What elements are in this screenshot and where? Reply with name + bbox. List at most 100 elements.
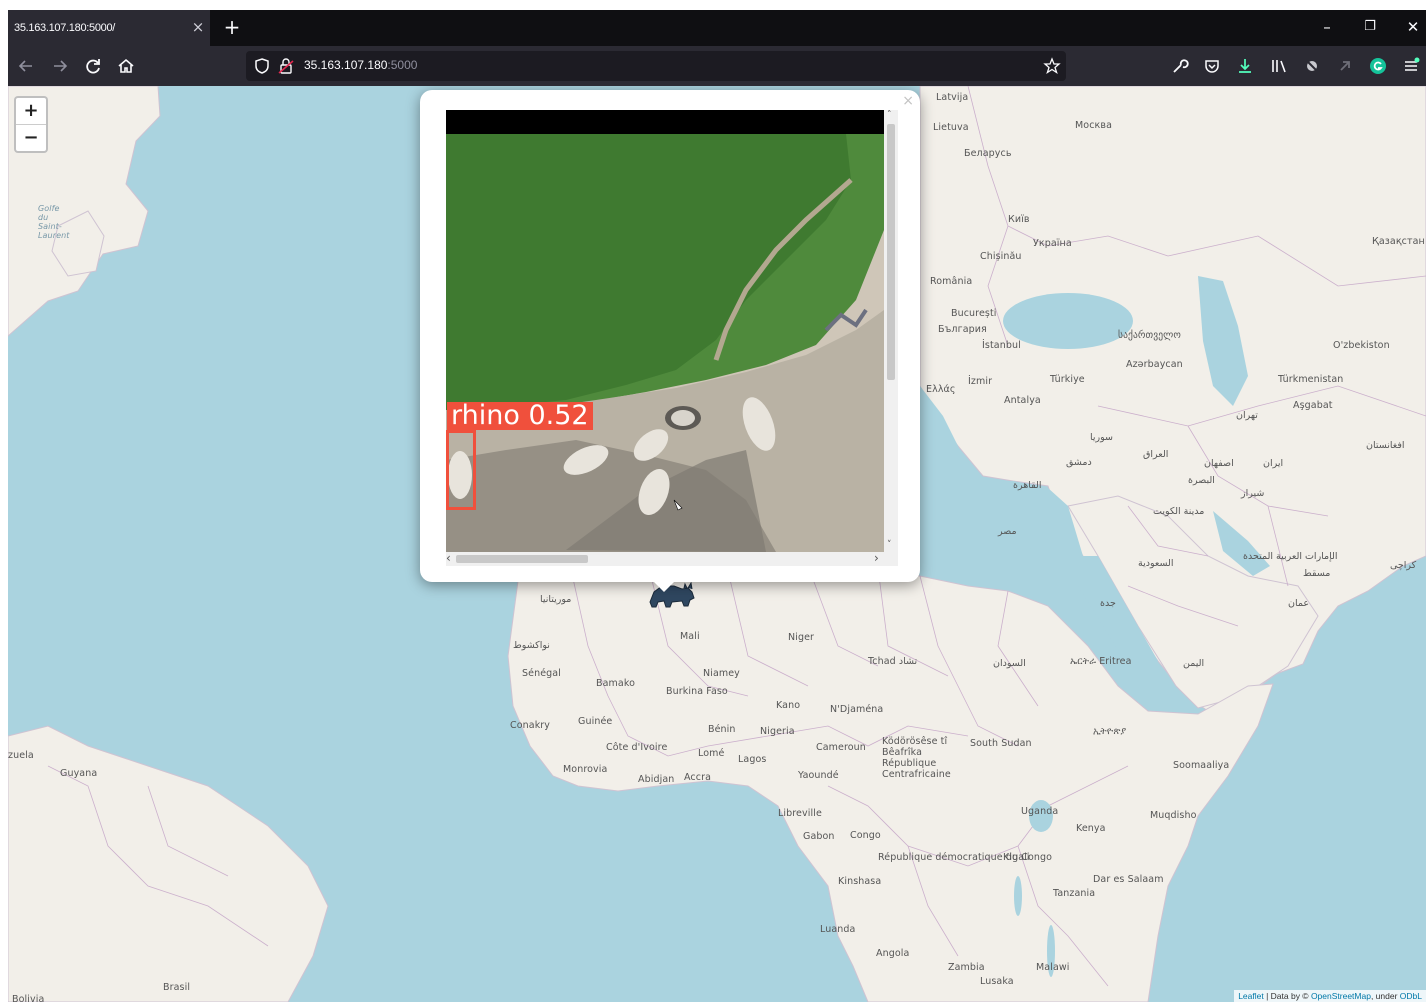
map-label: Aşgabat bbox=[1293, 400, 1333, 411]
map-label: Dar es Salaam bbox=[1093, 874, 1164, 885]
tab-active[interactable]: 35.163.107.180:5000/ × bbox=[8, 10, 210, 46]
attribution-text: | Data by © bbox=[1263, 991, 1311, 1001]
map-label: Chișinău bbox=[980, 251, 1022, 262]
close-window-icon[interactable]: ✕ bbox=[1402, 16, 1424, 38]
zoom-in-button[interactable]: + bbox=[16, 98, 46, 124]
grammarly-icon[interactable] bbox=[1367, 55, 1389, 77]
menu-icon[interactable] bbox=[1400, 55, 1422, 77]
tab-close-icon[interactable]: × bbox=[190, 19, 206, 35]
map-label: Қазақстан bbox=[1372, 236, 1425, 247]
map-label: Congo bbox=[850, 830, 881, 841]
map-label: کراچی bbox=[1390, 560, 1417, 571]
map-label: ኤርትራ Eritrea bbox=[1070, 656, 1132, 667]
map-label: Côte d'Ivoire bbox=[606, 742, 668, 753]
scroll-right-icon[interactable]: › bbox=[874, 552, 879, 564]
map-attribution: Leaflet | Data by © OpenStreetMap, under… bbox=[1234, 990, 1426, 1002]
detection-image bbox=[446, 110, 884, 552]
map-label: سوريا bbox=[1090, 432, 1113, 443]
extension-icon[interactable] bbox=[1334, 55, 1356, 77]
extension-icon[interactable] bbox=[1301, 55, 1323, 77]
download-icon[interactable] bbox=[1234, 55, 1256, 77]
map-label: საქართველო bbox=[1118, 330, 1181, 341]
map-label: جدة bbox=[1100, 598, 1116, 609]
scroll-down-icon[interactable]: ˅ bbox=[887, 540, 892, 550]
map-label: Latvija bbox=[936, 92, 969, 103]
map-label: Soomaaliya bbox=[1173, 760, 1230, 771]
map-label: الإمارات العربية المتحدة bbox=[1243, 551, 1338, 562]
map-label: Libreville bbox=[778, 808, 822, 819]
detection-bounding-box bbox=[446, 430, 476, 510]
vertical-scroll-thumb[interactable] bbox=[887, 124, 895, 380]
odbl-link[interactable]: ODbL bbox=[1400, 991, 1422, 1001]
map-label: Monrovia bbox=[563, 764, 608, 775]
map-label: شیراز bbox=[1241, 488, 1265, 499]
map-label: Muqdisho bbox=[1150, 810, 1197, 821]
shield-icon[interactable] bbox=[252, 55, 272, 77]
map-label: عمان bbox=[1288, 598, 1310, 609]
map-label: Nigeria bbox=[760, 726, 795, 737]
popup-close-icon[interactable]: × bbox=[902, 94, 914, 108]
horizontal-scroll-thumb[interactable] bbox=[456, 555, 588, 563]
library-icon[interactable] bbox=[1268, 55, 1290, 77]
map-label: القاهرة bbox=[1013, 480, 1042, 491]
insecure-lock-icon[interactable] bbox=[276, 55, 296, 77]
back-arrow-icon[interactable] bbox=[15, 55, 37, 77]
new-tab-icon[interactable]: + bbox=[222, 16, 242, 38]
map-label: Angola bbox=[876, 948, 910, 959]
map-label: Türkmenistan bbox=[1278, 374, 1344, 385]
map-label: South Sudan bbox=[970, 738, 1032, 749]
forward-arrow-icon[interactable] bbox=[49, 55, 71, 77]
detection-label: rhino 0.52 bbox=[447, 402, 593, 430]
map-label: Київ bbox=[1008, 214, 1030, 225]
map-label: Yaoundé bbox=[798, 770, 839, 781]
map-label: Kano bbox=[776, 700, 801, 711]
home-icon[interactable] bbox=[115, 55, 137, 77]
tab-title: 35.163.107.180:5000/ bbox=[14, 22, 116, 34]
map-label: Lomé bbox=[698, 748, 725, 759]
detection-image-viewport[interactable]: rhino 0.52 ˄ ˅ ‹ › bbox=[446, 110, 898, 566]
zoom-out-button[interactable]: − bbox=[16, 124, 46, 151]
scroll-up-icon[interactable]: ˄ bbox=[887, 110, 892, 120]
map-label: Azərbaycan bbox=[1126, 359, 1183, 370]
map-container[interactable]: Москва Lietuva Latvija Беларусь Київ Укр… bbox=[8, 86, 1426, 1002]
map-label: Lietuva bbox=[933, 122, 969, 133]
map-label: İstanbul bbox=[982, 340, 1021, 351]
map-label: اصفهان bbox=[1204, 458, 1234, 469]
pocket-icon[interactable] bbox=[1201, 55, 1223, 77]
map-label: Tanzania bbox=[1053, 888, 1096, 899]
map-label: Conakry bbox=[510, 720, 551, 731]
scroll-left-icon[interactable]: ‹ bbox=[446, 552, 451, 564]
map-label: اليمن bbox=[1183, 658, 1205, 669]
vertical-scrollbar[interactable]: ˄ ˅ bbox=[884, 110, 898, 552]
map-label: البصرة bbox=[1188, 475, 1215, 486]
wrench-icon[interactable] bbox=[1169, 55, 1191, 77]
map-label: Niger bbox=[788, 632, 815, 643]
url-bar[interactable]: 35.163.107.180:5000 bbox=[246, 51, 1066, 81]
url-host: 35.163.107.180 bbox=[304, 58, 388, 72]
map-label: България bbox=[938, 324, 987, 335]
minimize-icon[interactable]: – bbox=[1316, 16, 1338, 38]
map-label: O'zbekiston bbox=[1333, 340, 1390, 351]
map-label: Bolivia bbox=[12, 994, 45, 1002]
map-label: تهران bbox=[1236, 410, 1258, 421]
url-text[interactable]: 35.163.107.180:5000 bbox=[304, 58, 417, 72]
map-label: Bénin bbox=[708, 724, 736, 735]
horizontal-scrollbar[interactable]: ‹ › bbox=[446, 552, 898, 566]
map-label: مدينة الكويت bbox=[1153, 506, 1205, 517]
map-label: Ködörösêse tî Bêafrîka République Centra… bbox=[882, 736, 951, 780]
restore-icon[interactable]: ❐ bbox=[1359, 16, 1381, 38]
map-label: Guyana bbox=[60, 768, 98, 779]
map-label: Ελλάς bbox=[926, 384, 956, 395]
popup-tip bbox=[652, 580, 676, 592]
bookmark-star-icon[interactable] bbox=[1042, 55, 1062, 77]
map-label: Lusaka bbox=[980, 976, 1014, 987]
reload-icon[interactable] bbox=[82, 55, 104, 77]
openstreetmap-link[interactable]: OpenStreetMap bbox=[1311, 991, 1371, 1001]
map-label: République démocratique du Congo bbox=[878, 852, 1053, 863]
leaflet-link[interactable]: Leaflet bbox=[1238, 991, 1264, 1001]
map-label: Москва bbox=[1075, 120, 1112, 131]
map-label: دمشق bbox=[1066, 457, 1092, 468]
map-label: Tchad تشاد bbox=[868, 656, 918, 667]
map-label: zuela bbox=[8, 750, 34, 761]
map-label: Kinshasa bbox=[838, 876, 882, 887]
